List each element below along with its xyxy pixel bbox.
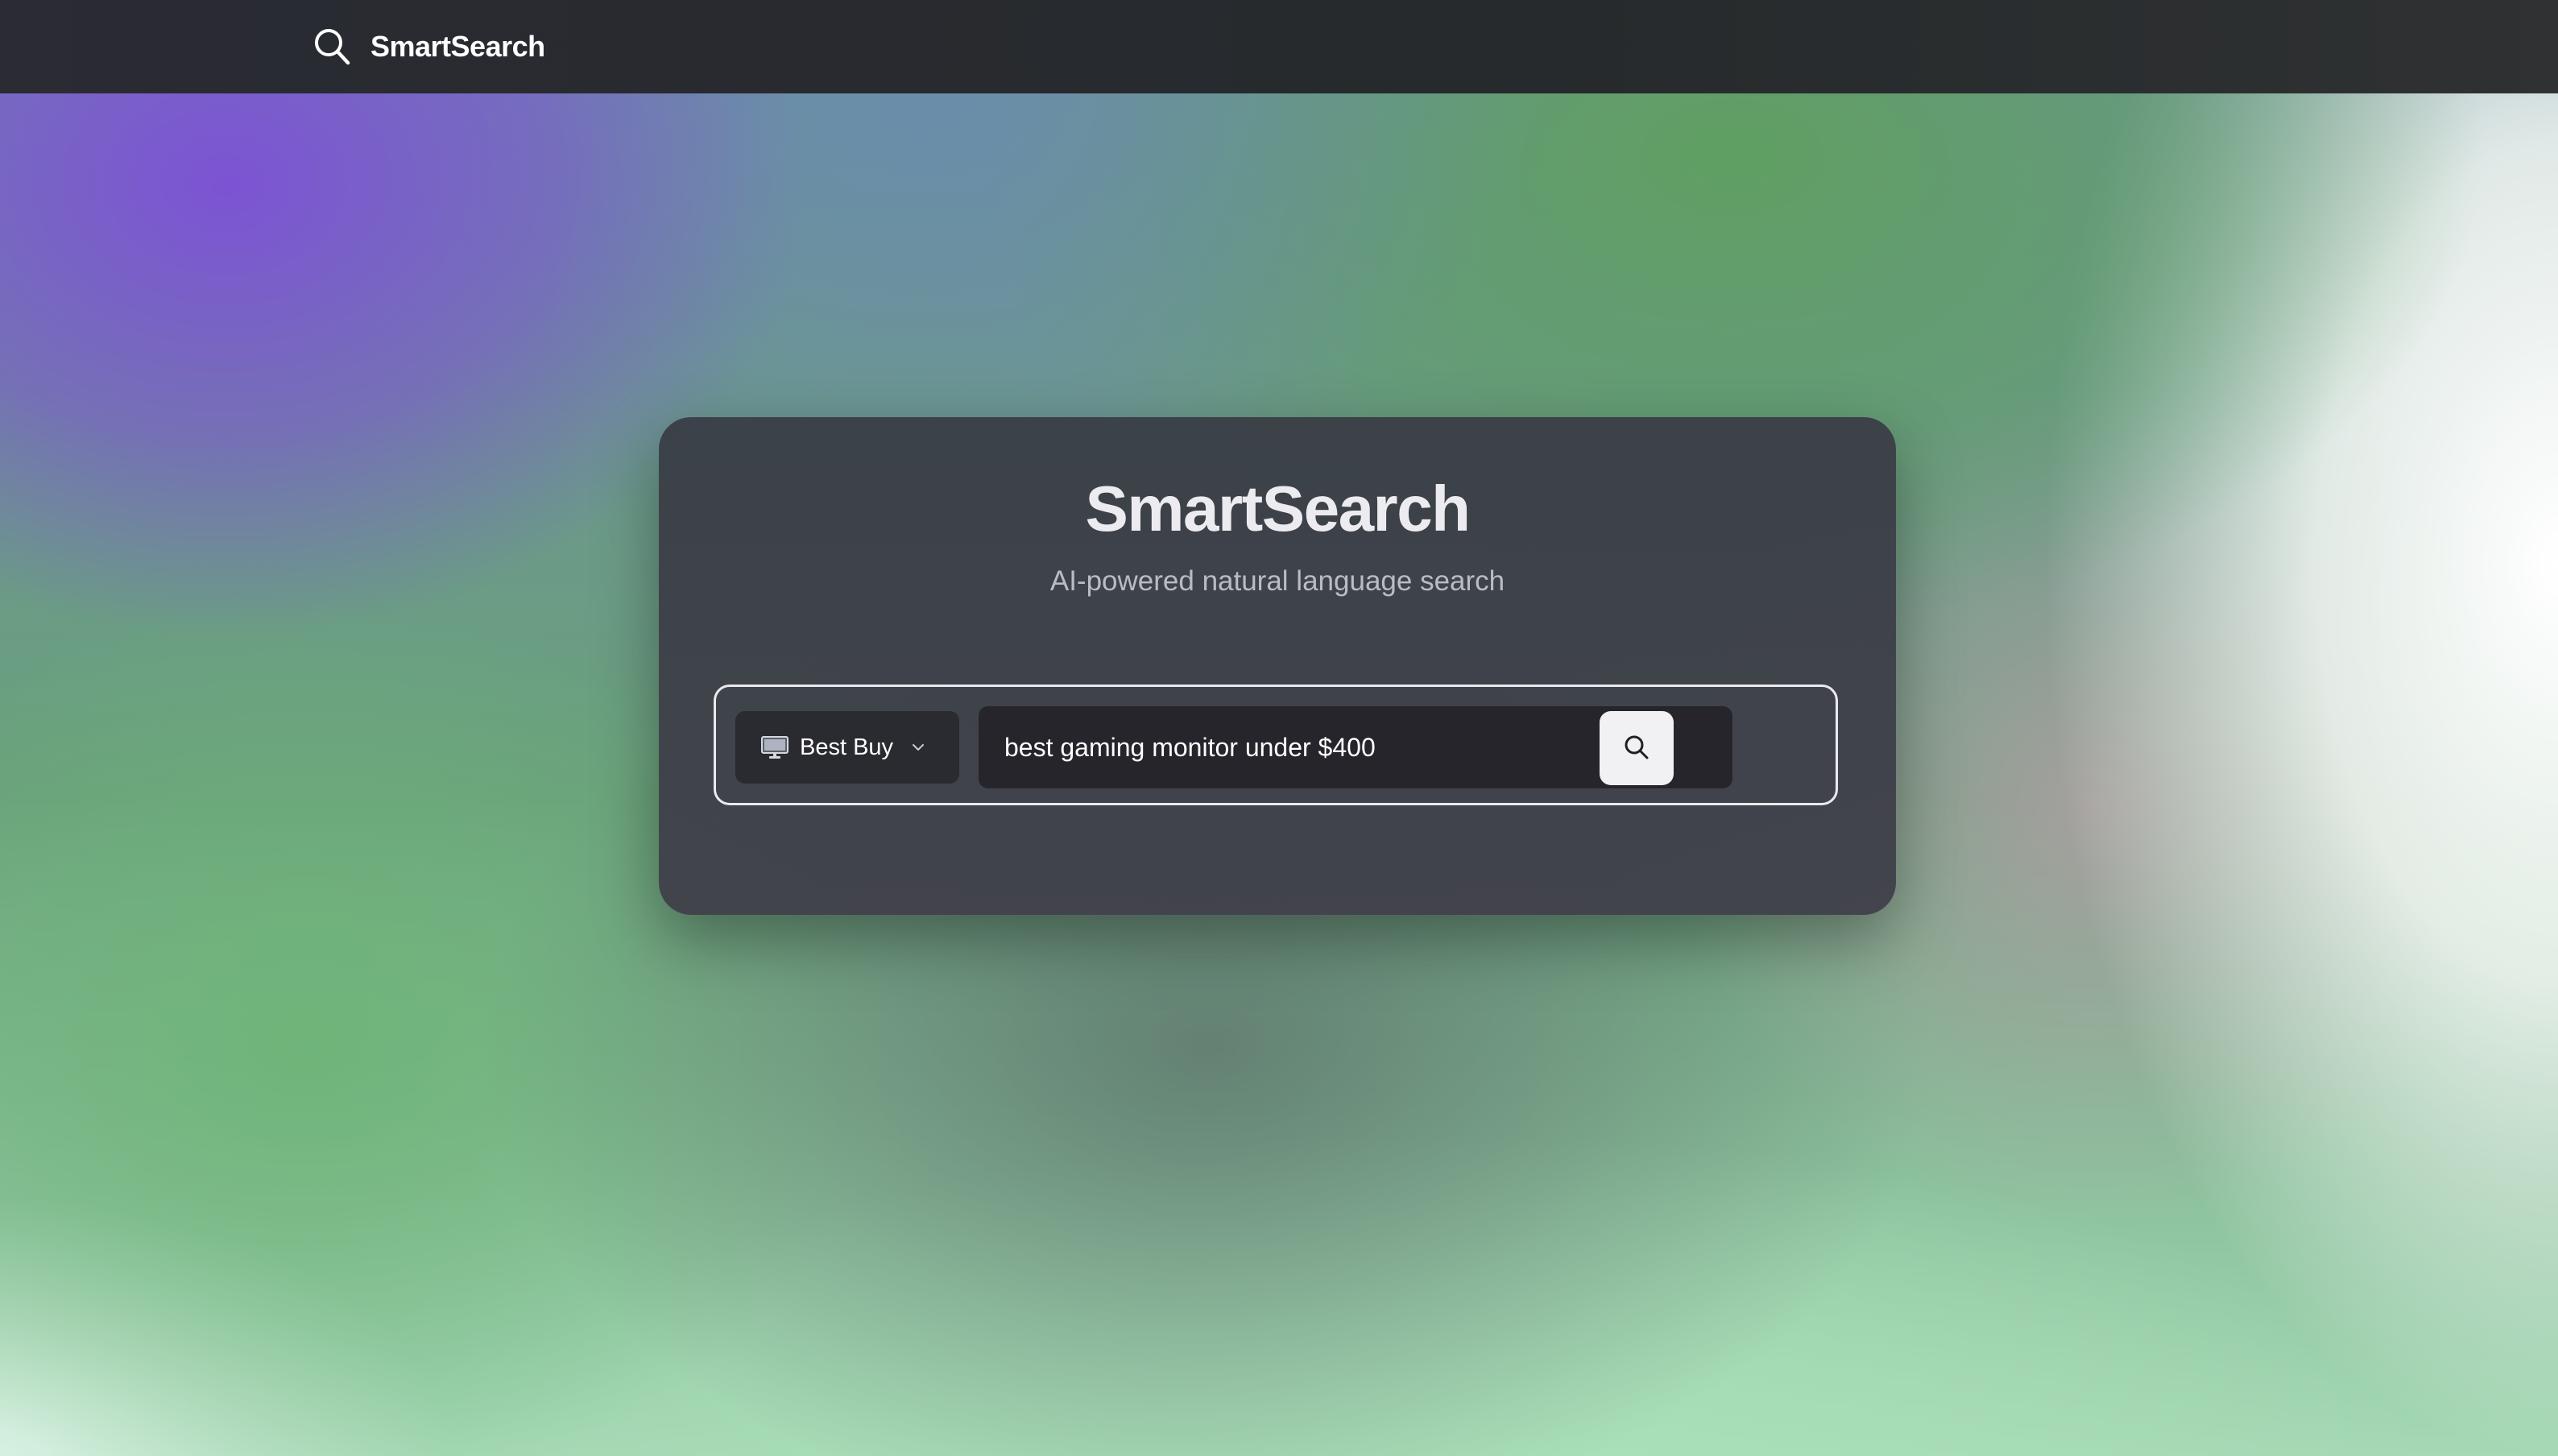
search-icon <box>1623 734 1650 763</box>
page-title: SmartSearch <box>1085 473 1471 544</box>
monitor-icon <box>761 734 789 761</box>
brand-link[interactable]: SmartSearch <box>313 24 545 69</box>
page-subtitle: AI-powered natural language search <box>1049 565 1505 597</box>
site-selector-label: Best Buy <box>800 734 894 760</box>
site-selector-dropdown[interactable]: Best Buy <box>735 711 959 784</box>
search-icon <box>313 27 351 67</box>
brand-name: SmartSearch <box>370 30 545 63</box>
chevron-down-icon <box>911 742 925 752</box>
search-submit-button[interactable] <box>1600 711 1674 785</box>
search-form: Best Buy <box>714 685 1838 805</box>
search-card: SmartSearch AI-powered natural language … <box>659 417 1896 915</box>
top-navigation-bar: SmartSearch <box>0 0 2558 93</box>
